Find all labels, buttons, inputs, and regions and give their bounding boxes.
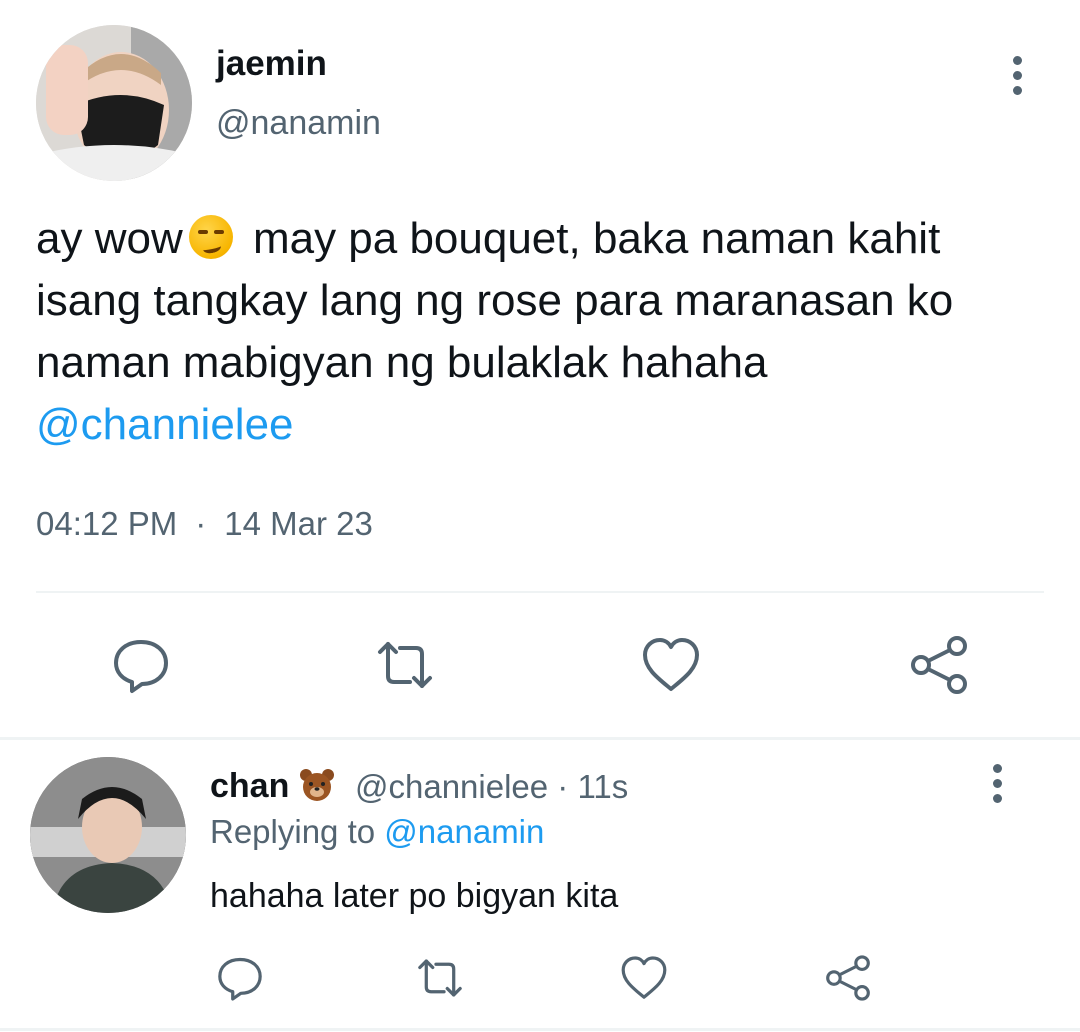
retweet-icon[interactable] [370,630,440,700]
reply-author-name[interactable]: chan [210,767,335,806]
meta-separator: · [195,505,207,542]
smirking-face-emoji-icon [188,215,233,259]
more-vertical-icon[interactable] [1000,56,1034,96]
more-vertical-icon[interactable] [980,764,1014,804]
reply-text: hahaha later po bigyan kita [210,877,619,915]
tweet-time: 04:12 PM [36,505,178,542]
divider [0,1028,1080,1031]
like-icon[interactable] [616,950,672,1006]
tweet-date: 14 Mar 23 [224,505,373,542]
tweet-text: ay wow may pa bouquet, baka naman kahit … [36,208,1046,456]
reply-icon[interactable] [212,950,268,1006]
reply-icon[interactable] [106,630,176,700]
divider [0,737,1080,740]
divider [36,591,1044,593]
author-name[interactable]: jaemin [216,44,327,84]
replying-to: Replying to @nanamin [210,813,544,851]
bear-face-emoji-icon [299,768,335,802]
mention-link[interactable]: @channielee [36,400,294,449]
avatar-chan[interactable] [30,757,186,913]
avatar-jaemin[interactable] [36,25,192,181]
author-handle[interactable]: @nanamin [216,104,381,143]
reply-handle-time[interactable]: @channielee · 11s [355,768,628,806]
like-icon[interactable] [636,630,706,700]
share-icon[interactable] [820,950,876,1006]
tweet-timestamp: 04:12 PM · 14 Mar 23 [36,505,373,543]
tweet-text-start: ay wow [36,214,183,263]
reply-author-display-name: chan [210,767,290,805]
replying-to-handle[interactable]: @nanamin [384,813,544,850]
share-icon[interactable] [904,630,974,700]
retweet-icon[interactable] [410,950,470,1006]
replying-to-label: Replying to [210,813,376,850]
